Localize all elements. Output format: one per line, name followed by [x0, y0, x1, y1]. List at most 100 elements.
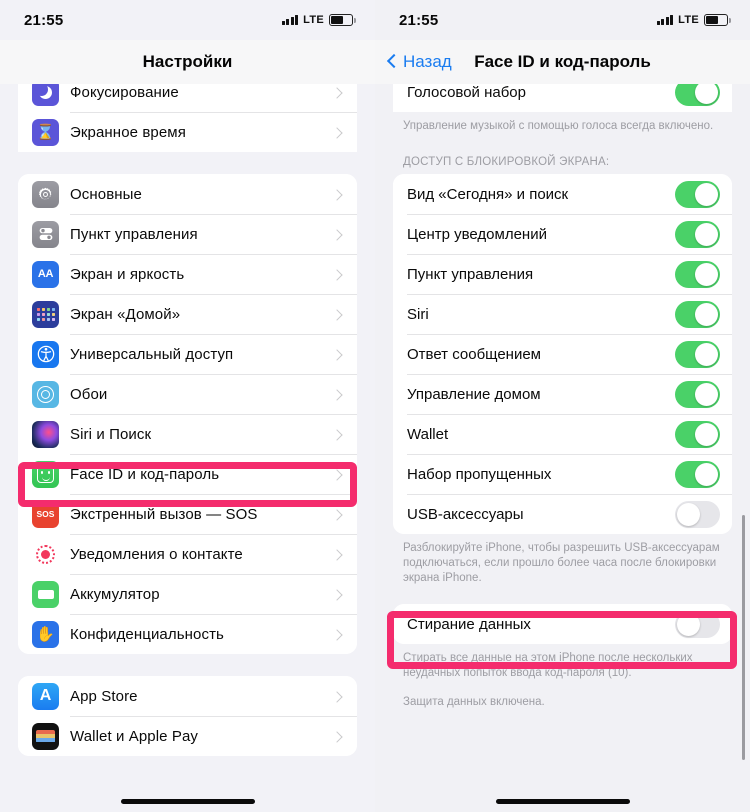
- battery-green-icon: [32, 580, 59, 608]
- sidebar-item-accessibility[interactable]: Универсальный доступ: [18, 334, 357, 374]
- row-usb-accessories[interactable]: USB-аксессуары: [393, 494, 732, 534]
- left-nav-bar: Настройки: [0, 40, 375, 84]
- sidebar-item-app-store[interactable]: A App Store: [18, 676, 357, 716]
- chevron-right-icon: [333, 86, 341, 99]
- chevron-right-icon: [333, 188, 341, 201]
- home-indicator: [120, 799, 255, 804]
- wallpaper-flower-icon: [32, 380, 59, 408]
- back-button-label: Назад: [403, 52, 452, 71]
- back-button[interactable]: Назад: [387, 40, 452, 84]
- sidebar-item-display-brightness[interactable]: AA Экран и яркость: [18, 254, 357, 294]
- dual-phone-screenshot: 21:55 LTE Настройки Фокусирование ⌛ Экра…: [0, 0, 750, 812]
- row-erase-data[interactable]: Стирание данных: [393, 604, 732, 644]
- siri-orb-icon: [32, 420, 59, 448]
- row-label: App Store: [70, 687, 138, 705]
- chevron-right-icon: [333, 690, 341, 703]
- section-header-lock-screen: ДОСТУП С БЛОКИРОВКОЙ ЭКРАНА:: [403, 156, 610, 168]
- chevron-right-icon: [333, 308, 341, 321]
- battery-icon: [329, 14, 356, 26]
- row-label: Экранное время: [70, 123, 186, 141]
- erase-data-footnote: Стирать все данные на этом iPhone после …: [403, 652, 693, 679]
- row-control-center[interactable]: Пункт управления: [393, 254, 732, 294]
- network-type-label: LTE: [303, 14, 324, 26]
- row-today-view-search[interactable]: Вид «Сегодня» и поиск: [393, 174, 732, 214]
- sidebar-item-screen-time[interactable]: ⌛ Экранное время: [18, 112, 357, 152]
- toggle-notification-center[interactable]: [675, 220, 720, 248]
- sidebar-item-privacy[interactable]: ✋ Конфиденциальность: [18, 614, 357, 654]
- row-label: USB-аксессуары: [407, 505, 524, 523]
- row-home-control[interactable]: Управление домом: [393, 374, 732, 414]
- chevron-right-icon: [333, 348, 341, 361]
- row-label: Siri: [407, 305, 429, 323]
- wallet-icon: [32, 722, 59, 750]
- settings-group-store: A App Store Wallet и Apple Pay: [18, 676, 357, 756]
- signal-bars-icon: [281, 15, 299, 25]
- chevron-right-icon: [333, 508, 341, 521]
- toggle-siri[interactable]: [675, 300, 720, 328]
- app-grid-icon: [32, 300, 59, 328]
- status-indicators: LTE: [281, 14, 356, 26]
- status-time: 21:55: [24, 11, 64, 29]
- row-label: Основные: [70, 185, 142, 203]
- toggle-wallet[interactable]: [675, 420, 720, 448]
- app-store-icon: A: [32, 682, 59, 710]
- chevron-right-icon: [333, 588, 341, 601]
- sidebar-item-siri-search[interactable]: Siri и Поиск: [18, 414, 357, 454]
- face-id-settings-scroll[interactable]: Голосовой набор Управление музыкой с пом…: [375, 72, 750, 812]
- toggle-usb-accessories[interactable]: [675, 500, 720, 528]
- row-return-missed-calls[interactable]: Набор пропущенных: [393, 454, 732, 494]
- settings-group-main: Основные Пункт управления AA Экран и ярк…: [18, 174, 357, 654]
- page-title: Face ID и код-пароль: [474, 52, 651, 71]
- sidebar-item-battery[interactable]: Аккумулятор: [18, 574, 357, 614]
- sidebar-item-emergency-sos[interactable]: SOS Экстренный вызов — SOS: [18, 494, 357, 534]
- sliders-icon: [32, 220, 59, 248]
- toggle-return-missed-calls[interactable]: [675, 460, 720, 488]
- status-bar-right: 21:55 LTE: [375, 0, 750, 40]
- left-phone-screen: 21:55 LTE Настройки Фокусирование ⌛ Экра…: [0, 0, 375, 812]
- home-indicator: [495, 799, 630, 804]
- row-label: Голосовой набор: [407, 83, 526, 101]
- chevron-right-icon: [333, 126, 341, 139]
- lock-screen-access-group: Вид «Сегодня» и поиск Центр уведомлений …: [393, 174, 732, 534]
- row-label: Face ID и код-пароль: [70, 465, 220, 483]
- row-label: Пункт управления: [407, 265, 534, 283]
- chevron-left-icon: [387, 53, 398, 71]
- status-indicators: LTE: [656, 14, 731, 26]
- row-label: Универсальный доступ: [70, 345, 234, 363]
- chevron-right-icon: [333, 468, 341, 481]
- hand-privacy-icon: ✋: [32, 620, 59, 648]
- row-label: Wallet и Apple Pay: [70, 727, 199, 745]
- vertical-scrollbar[interactable]: [742, 515, 745, 760]
- battery-icon: [704, 14, 731, 26]
- right-phone-screen: 21:55 LTE Назад Face ID и код-пароль Гол…: [375, 0, 750, 812]
- sos-icon: SOS: [32, 500, 59, 528]
- toggle-erase-data[interactable]: [675, 610, 720, 638]
- row-label: Конфиденциальность: [70, 625, 224, 643]
- toggle-reply-with-message[interactable]: [675, 340, 720, 368]
- contact-alert-icon: [32, 540, 59, 568]
- hourglass-icon: ⌛: [32, 118, 59, 146]
- sidebar-item-control-center[interactable]: Пункт управления: [18, 214, 357, 254]
- sidebar-item-general[interactable]: Основные: [18, 174, 357, 214]
- sidebar-item-contact-notifications[interactable]: Уведомления о контакте: [18, 534, 357, 574]
- row-label: Ответ сообщением: [407, 345, 541, 363]
- row-label: Экран и яркость: [70, 265, 185, 283]
- sidebar-item-wallet-apple-pay[interactable]: Wallet и Apple Pay: [18, 716, 357, 756]
- toggle-today-view-search[interactable]: [675, 180, 720, 208]
- sidebar-item-home-screen[interactable]: Экран «Домой»: [18, 294, 357, 334]
- left-settings-scroll[interactable]: Фокусирование ⌛ Экранное время Основные: [0, 72, 375, 812]
- row-notification-center[interactable]: Центр уведомлений: [393, 214, 732, 254]
- row-label: Уведомления о контакте: [70, 545, 243, 563]
- sidebar-item-face-id-passcode[interactable]: Face ID и код-пароль: [18, 454, 357, 494]
- toggle-control-center[interactable]: [675, 260, 720, 288]
- toggle-home-control[interactable]: [675, 380, 720, 408]
- row-siri[interactable]: Siri: [393, 294, 732, 334]
- row-wallet[interactable]: Wallet: [393, 414, 732, 454]
- sidebar-item-wallpaper[interactable]: Обои: [18, 374, 357, 414]
- row-reply-with-message[interactable]: Ответ сообщением: [393, 334, 732, 374]
- page-title: Настройки: [142, 52, 233, 71]
- voice-dial-footnote: Управление музыкой с помощью голоса всег…: [403, 120, 714, 132]
- row-label: Wallet: [407, 425, 449, 443]
- status-bar-left: 21:55 LTE: [0, 0, 375, 40]
- status-time: 21:55: [399, 11, 439, 29]
